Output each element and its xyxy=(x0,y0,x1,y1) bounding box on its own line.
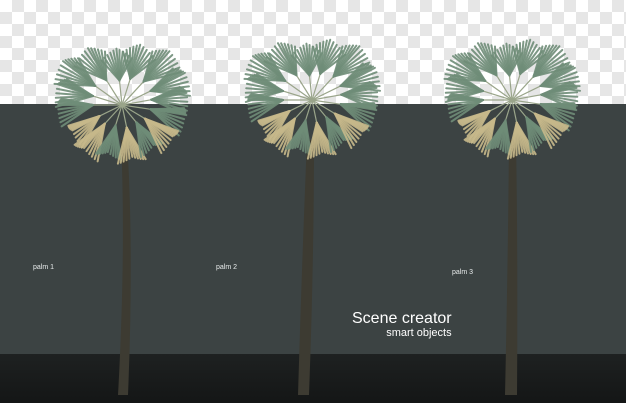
palm-stem xyxy=(282,78,313,101)
palm-crown xyxy=(243,38,382,160)
caption-subtitle: smart objects xyxy=(386,327,452,339)
palm-trees-illustration xyxy=(53,38,582,395)
palm-stem xyxy=(92,83,123,106)
palm-2-label: palm 2 xyxy=(216,264,238,271)
scene-caption: Scene creator smart objects xyxy=(352,311,452,339)
scene-canvas: palm 1 palm 2 palm 3 Scene creator smart… xyxy=(0,0,626,403)
palm-3-label: palm 3 xyxy=(452,269,474,276)
palm-crown xyxy=(443,38,582,160)
palm-trunk xyxy=(118,140,131,395)
palm-tree-1 xyxy=(53,43,192,395)
palm-1-label: palm 1 xyxy=(33,264,55,271)
palm-stem xyxy=(482,78,513,101)
palm-tree-2 xyxy=(243,38,382,395)
caption-title: Scene creator xyxy=(352,310,452,327)
palm-tree-3 xyxy=(443,38,582,395)
palm-trunk xyxy=(298,140,314,395)
palm-crown xyxy=(53,43,192,165)
palm-trunk xyxy=(505,140,518,395)
